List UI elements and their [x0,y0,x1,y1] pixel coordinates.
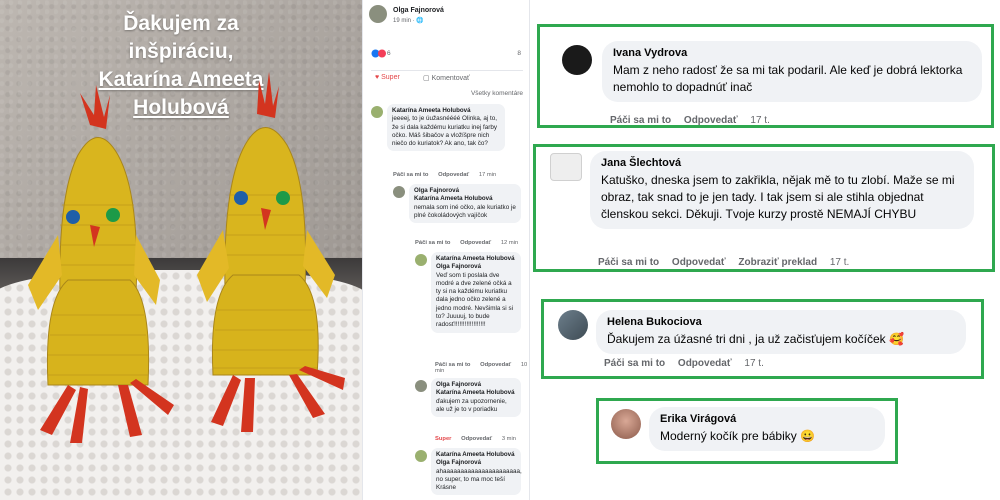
comment-text: ďakujem za upozornenie, ale už je to v p… [436,397,507,413]
like-link[interactable]: Páči sa mi to [610,115,671,126]
avatar[interactable] [562,45,592,75]
comment-meta: Páči sa mi to Odpovedať 10 min [435,362,529,374]
like-link[interactable]: Páči sa mi to [598,257,659,268]
feed-comment: Olga Fajnorová Katarína Ameeta Holubová … [431,378,521,418]
comment-meta: Páči sa mi to Odpovedať Zobraziť preklad… [598,257,859,268]
reply-link[interactable]: Odpovedať [672,257,726,268]
caption-line-1: Ďakujem za [123,12,239,35]
heart-face-emoji-icon: 🥰 [888,332,904,346]
comment-bubble: Jana Šlechtová Katuško, dneska jsem to z… [590,151,974,229]
laughing-emoji-icon: 😀 [800,429,816,443]
comment-text: Katuško, dneska jsem to zakřikla, nějak … [601,173,955,221]
avatar[interactable] [415,380,427,392]
comment-text: Ďakujem za úžasné tri dni , ja už začisť… [607,332,886,346]
like-link[interactable]: Páči sa mi to [415,240,450,246]
feed-comment: Olga Fajnorová Katarína Ameeta Holubová … [409,184,521,224]
caption-line-2: inšpiráciu, [128,40,234,63]
avatar[interactable] [550,153,582,181]
comment-author[interactable]: Katarína Ameeta Holubová [392,107,500,115]
avatar[interactable] [558,310,588,340]
avatar[interactable] [371,106,383,118]
post-author-name[interactable]: Olga Fajnorová [393,7,444,14]
comment-meta: Páči sa mi to Odpovedať 17 t. [610,115,780,126]
comment-time: 17 min [478,172,497,178]
like-link[interactable]: Páči sa mi to [604,358,665,369]
comment-bubble: Helena Bukociova Ďakujem za úžasné tri d… [596,310,966,354]
wicker-chick-left [28,85,174,443]
comment-meta: Páči sa mi to Odpovedať 17 t. [604,358,774,369]
comment-text: jeeeej, to je úužasnéééé Olinka, aj to, … [392,115,498,148]
wicker-chick-right [197,72,345,432]
comment-author[interactable]: Olga Fajnorová [436,381,516,389]
avatar[interactable] [611,409,641,439]
comment-mention[interactable]: Katarína Ameeta Holubová [436,389,516,397]
comment-text: nemala som iné očko, ale kuriatko je pln… [414,203,516,219]
comment-button[interactable]: ▢ Komentovať [423,74,470,82]
translate-link[interactable]: Zobraziť preklad [738,257,817,268]
avatar[interactable] [415,450,427,462]
comment-meta: Páči sa mi to Odpovedať 17 min [393,172,496,178]
post-time: 19 min · 🌐 [393,18,424,24]
comment-time: 17 t. [750,115,770,126]
post-header: Olga Fajnorová 19 min · 🌐 [369,5,529,27]
comment-author[interactable]: Helena Bukociova [607,316,955,328]
feed-comment: Katarína Ameeta Holubová Olga Fajnorová … [431,252,521,333]
comment-time: 17 t. [829,257,850,268]
comment-bubble: Ivana Vydrova Mam z neho radosť že sa mi… [602,41,982,102]
comment-meta: Páči sa mi to Odpovedať 12 min [415,240,518,246]
comment-meta: Super Odpovedať 3 min [435,436,516,442]
highlighted-comment: Erika Virágová Moderný kočík pre bábiky … [596,398,898,464]
comment-time: 17 t. [744,358,764,369]
comment-author[interactable]: Katarína Ameeta Holubová [436,255,516,263]
reaction-count: 6 [387,50,391,57]
comment-author[interactable]: Erika Virágová [660,413,874,425]
comment-author[interactable]: Jana Šlechtová [601,157,963,169]
avatar[interactable] [393,186,405,198]
comment-mention[interactable]: Olga Fajnorová [436,263,516,271]
comment-text: ahaaaaaaaaaaaaaaaaaaaaaa, no super, to m… [436,467,522,492]
super-button[interactable]: ♥ Super [375,74,400,81]
comment-text: Mam z neho radosť že sa mi tak podaril. … [613,63,963,94]
reply-link[interactable]: Odpovedať [438,172,469,178]
comment-time: 3 min [501,436,516,442]
comment-text: Veď som ti poslala dve modré a dve zelen… [436,271,513,329]
reply-link[interactable]: Odpovedať [678,358,732,369]
highlighted-comment: Ivana Vydrova Mam z neho radosť že sa mi… [537,24,994,128]
feed-comment: Katarína Ameeta Holubová Olga Fajnorová … [431,448,522,496]
globe-icon: 🌐 [416,18,424,24]
highlighted-comment: Jana Šlechtová Katuško, dneska jsem to z… [533,144,995,272]
comment-author[interactable]: Ivana Vydrova [613,47,971,59]
heart-icon: ♥ [375,74,380,81]
facebook-feed-panel: Olga Fajnorová 19 min · 🌐 6 8 ♥ Super ▢ … [362,0,530,500]
comment-author[interactable]: Katarína Ameeta Holubová [436,451,516,459]
highlighted-comment: Helena Bukociova Ďakujem za úžasné tri d… [541,299,984,379]
reply-link[interactable]: Odpovedať [480,362,511,368]
super-link[interactable]: Super [435,436,451,442]
post-actions: ♥ Super ▢ Komentovať [371,70,523,82]
reply-link[interactable]: Odpovedať [460,240,491,246]
comment-bubble: Erika Virágová Moderný kočík pre bábiky … [649,407,885,451]
reaction-icons [371,49,386,58]
comment-mention[interactable]: Olga Fajnorová [436,459,516,467]
feed-comment: Katarína Ameeta Holubová jeeeej, to je ú… [387,104,505,152]
comment-icon: ▢ [423,75,430,82]
post-photo[interactable]: Ďakujem za inšpiráciu, Katarína Ameeta H… [0,0,362,500]
comment-time: 12 min [500,240,519,246]
reply-link[interactable]: Odpovedať [461,436,492,442]
like-link[interactable]: Páči sa mi to [393,172,428,178]
avatar[interactable] [369,5,387,23]
share-count: 8 [517,50,521,57]
comment-sort-dropdown[interactable]: Všetky komentáre [471,90,523,97]
avatar[interactable] [415,254,427,266]
comment-text: Moderný kočík pre bábiky [660,429,797,443]
comment-author[interactable]: Olga Fajnorová [414,187,516,195]
comment-mention[interactable]: Katarína Ameeta Holubová [414,195,516,203]
reply-link[interactable]: Odpovedať [684,115,738,126]
